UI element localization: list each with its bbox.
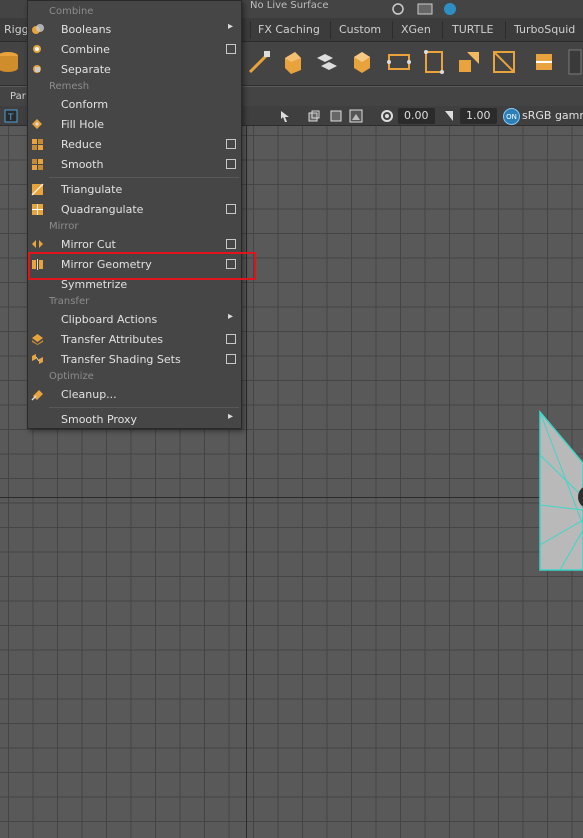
booleans-icon [32,24,44,34]
menu-item-triangulate[interactable]: Triangulate [28,180,241,199]
cleanup-icon [31,390,43,401]
tab-divider [392,21,393,39]
option-box-icon[interactable] [226,159,236,169]
view-transform-label[interactable]: sRGB gamm [522,109,583,122]
bridge-icon[interactable] [313,48,341,76]
transfer-attributes-icon [32,334,43,345]
menu-item-quadrangulate[interactable]: Quadrangulate [28,200,241,219]
section-combine: Combine [49,6,94,17]
insert-edge-loop-icon[interactable] [530,48,558,76]
multi-cut-icon[interactable] [246,48,274,76]
cylinder-icon[interactable] [0,48,22,76]
submenu-arrow-icon: ▸ [228,411,234,422]
bevel-icon[interactable] [348,48,376,76]
tab-divider [250,21,251,39]
tab-fx-caching[interactable]: FX Caching [258,23,320,36]
menu-item-transfer-attributes[interactable]: Transfer Attributes [28,330,241,349]
menu-item-booleans[interactable]: Booleans ▸ [28,20,241,39]
option-box-icon[interactable] [226,204,236,214]
target-weld-icon[interactable] [490,48,518,76]
menu-item-cleanup[interactable]: Cleanup... [28,385,241,404]
image-plane-icon[interactable] [349,109,363,123]
reduce-icon [32,139,43,150]
fill-hole-icon[interactable] [420,48,448,76]
shelf-separator-icon [568,49,582,75]
triangulate-icon [31,183,44,196]
option-box-icon[interactable] [226,354,236,364]
option-box-icon[interactable] [226,44,236,54]
bookmark-icon[interactable] [329,109,343,123]
append-polygon-icon[interactable] [385,48,413,76]
option-box-icon[interactable] [226,239,236,249]
render-icons[interactable] [390,1,470,17]
menu-item-fill-hole[interactable]: Fill Hole [28,115,241,134]
menu-divider [49,407,239,408]
tab-divider [505,21,506,39]
tab-rigging[interactable]: Rigg [4,23,29,36]
menu-item-smooth[interactable]: Smooth [28,155,241,174]
option-box-icon[interactable] [226,334,236,344]
panels-menu-label[interactable]: Par [10,91,26,102]
section-remesh: Remesh [49,81,90,92]
menu-item-transfer-shading-sets[interactable]: Transfer Shading Sets [28,350,241,369]
submenu-arrow-icon: ▸ [228,311,234,322]
exposure-icon[interactable] [380,109,394,123]
tab-xgen[interactable]: XGen [401,23,431,36]
smooth-icon [32,159,43,170]
camera-attributes-icon[interactable] [307,109,321,123]
mesh-menu: Combine Booleans ▸ Combine Separate Reme… [27,0,242,429]
extrude-icon[interactable] [279,48,307,76]
tab-divider [442,21,443,39]
select-camera-icon[interactable] [278,109,292,123]
menu-item-reduce[interactable]: Reduce [28,135,241,154]
combine-icon [33,45,41,53]
gamma-value[interactable]: 1.00 [460,108,497,124]
svg-text:T: T [7,113,14,123]
tab-turtle[interactable]: TURTLE [452,23,493,36]
color-management-toggle[interactable]: ON [503,108,520,125]
text-icon[interactable]: T [4,109,18,123]
tab-custom[interactable]: Custom [339,23,381,36]
menu-item-clipboard-actions[interactable]: Clipboard Actions ▸ [28,310,241,329]
menu-item-separate[interactable]: Separate [28,60,241,79]
tab-turbosquid[interactable]: TurboSquid [514,23,575,36]
fill-hole-icon [32,119,42,129]
transfer-shading-sets-icon [32,354,43,364]
menu-item-combine[interactable]: Combine [28,40,241,59]
menu-item-conform[interactable]: Conform [28,95,241,114]
quadrangulate-icon [32,204,43,215]
section-mirror: Mirror [49,221,79,232]
separate-icon [33,65,41,73]
highlight-box [28,252,256,280]
menu-item-smooth-proxy[interactable]: Smooth Proxy ▸ [28,410,241,429]
section-transfer: Transfer [49,296,90,307]
section-optimize: Optimize [49,371,94,382]
gamma-icon[interactable] [442,109,456,123]
menu-divider [49,177,239,178]
exposure-value[interactable]: 0.00 [398,108,435,124]
live-surface-status: No Live Surface [250,0,329,11]
option-box-icon[interactable] [226,139,236,149]
submenu-arrow-icon: ▸ [228,21,234,32]
mirror-cut-icon [32,240,43,248]
tab-divider [330,21,331,39]
merge-icon[interactable] [455,48,483,76]
